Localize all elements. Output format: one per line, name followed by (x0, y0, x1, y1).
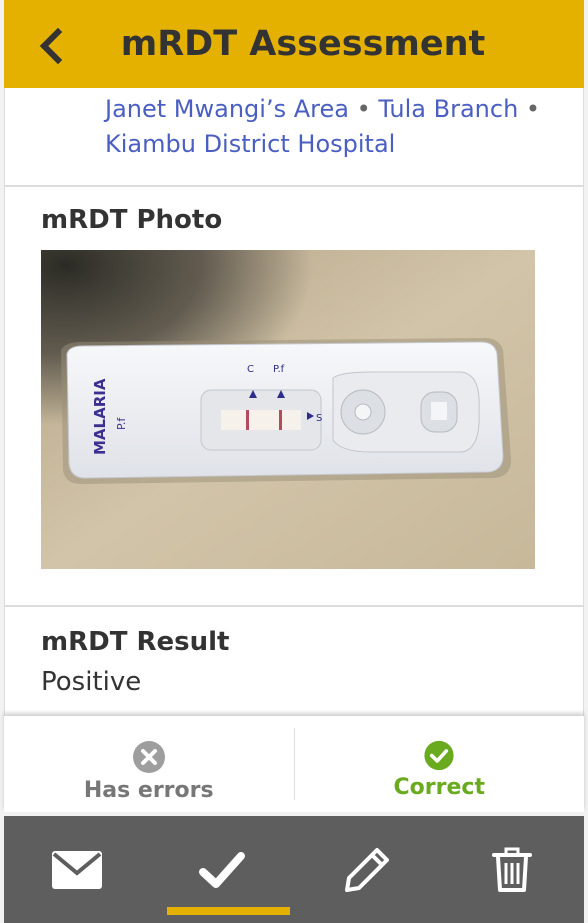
delete-button[interactable] (439, 816, 584, 923)
result-title: mRDT Result (41, 627, 230, 657)
mrdt-photo[interactable]: C P.f S MALARIA P.f (41, 250, 535, 569)
x-circle-icon (132, 741, 165, 773)
send-message-button[interactable] (4, 816, 149, 923)
svg-text:P.f: P.f (273, 364, 285, 375)
svg-text:S: S (316, 413, 322, 424)
has-errors-label: Has errors (83, 778, 214, 803)
pencil-icon (344, 847, 389, 892)
svg-text:C: C (247, 364, 254, 375)
hospital-link[interactable]: Kiambu District Hospital (105, 130, 395, 158)
verify-button[interactable] (149, 816, 294, 923)
photo-card: mRDT Photo C P.f S MALARIA P.f (4, 186, 584, 606)
verification-bar: Has errors Correct (4, 716, 584, 812)
svg-text:MALARIA: MALARIA (91, 378, 109, 455)
result-value: Positive (41, 667, 142, 697)
bottom-toolbar (4, 816, 584, 923)
trash-icon (491, 847, 532, 892)
photo-title: mRDT Photo (41, 205, 223, 235)
control-line (246, 410, 249, 430)
separator: • (356, 95, 371, 123)
has-errors-option[interactable]: Has errors (4, 716, 294, 812)
app-header: mRDT Assessment (4, 0, 584, 88)
test-line (279, 410, 282, 430)
svg-text:P.f: P.f (115, 417, 128, 430)
assessment-content: Janet Mwangi’s Area • Tula Branch • Kiam… (4, 88, 584, 724)
result-card: mRDT Result Positive (4, 606, 584, 724)
envelope-icon (51, 850, 102, 889)
correct-option[interactable]: Correct (293, 728, 585, 800)
branch-link[interactable]: Tula Branch (378, 95, 518, 123)
check-circle-icon (424, 740, 454, 771)
correct-label: Correct (393, 775, 485, 800)
edit-button[interactable] (294, 816, 439, 923)
checkmark-icon (198, 851, 245, 888)
area-link[interactable]: Janet Mwangi’s Area (105, 95, 349, 123)
separator: • (525, 95, 541, 123)
location-breadcrumb: Janet Mwangi’s Area • Tula Branch • Kiam… (4, 88, 584, 186)
page-title: mRDT Assessment (120, 24, 486, 64)
